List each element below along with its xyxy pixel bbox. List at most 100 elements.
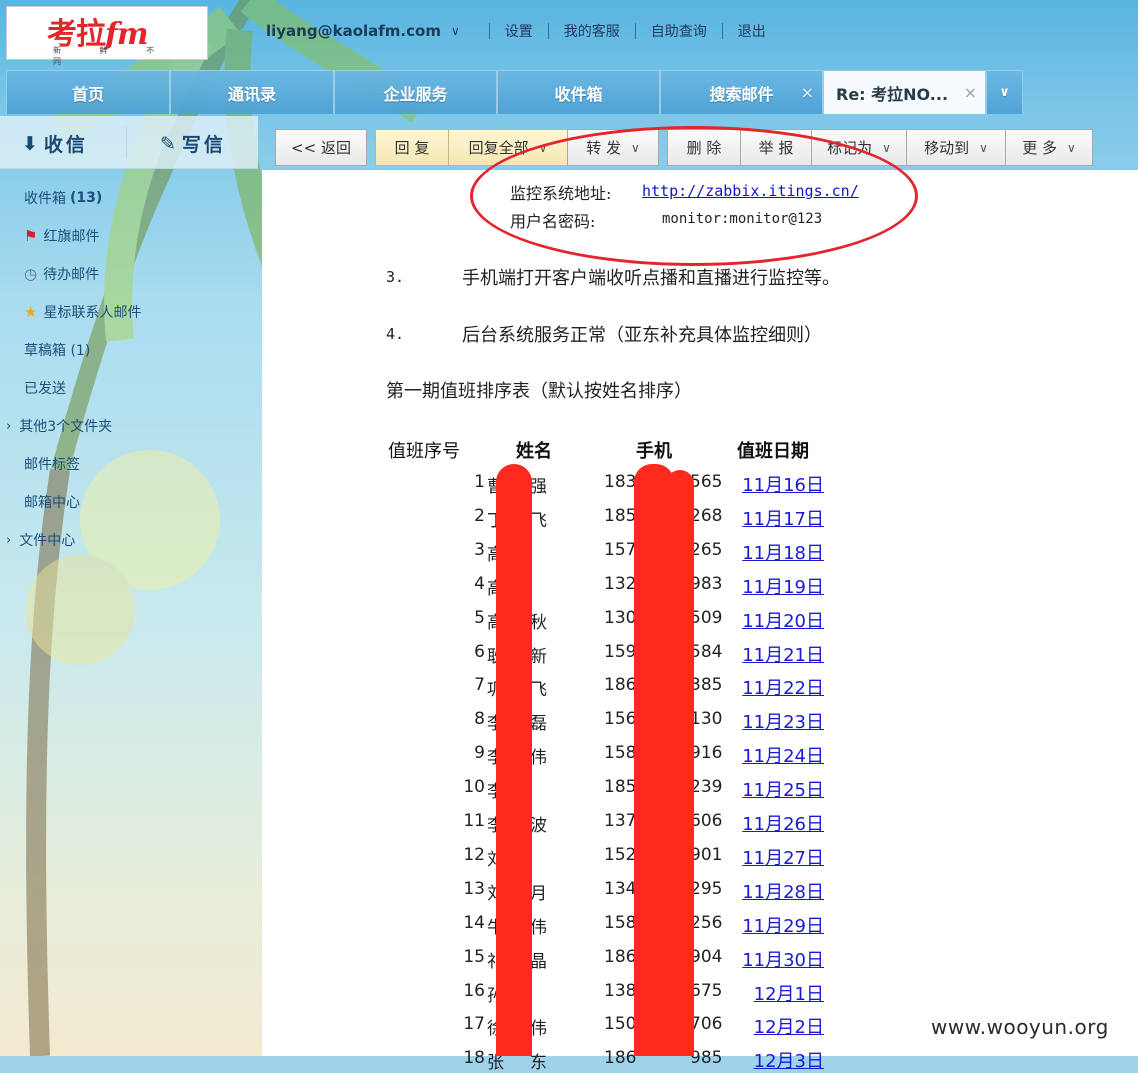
account-chevron-down-icon[interactable]: ∨ [451,24,460,38]
compose-label: 写信 [181,134,226,156]
tab-search-mail[interactable]: 搜索邮件 × [660,70,823,114]
row-order-number: 7 [474,675,485,695]
row-phone-suffix: 901 [690,845,723,865]
row-duty-date-link[interactable]: 11月16日 [740,471,824,497]
folder-todo[interactable]: ◷ 待办邮件 [24,264,99,284]
row-order-number: 9 [474,743,485,763]
row-phone-suffix: 265 [690,540,723,560]
back-button[interactable]: << 返回 [275,129,367,166]
logout-link[interactable]: 退出 [738,21,766,41]
folder-other[interactable]: › 其他3个文件夹 [6,416,112,436]
row-phone-prefix: 150 [604,1014,637,1034]
receive-button[interactable]: ⬇ 收信 [22,130,88,157]
top-account-bar: liyang@kaolafm.com ∨ 设置 我的客服 自助查询 退出 [266,20,766,42]
close-icon[interactable]: × [964,83,977,102]
row-duty-date-link[interactable]: 11月18日 [740,539,824,565]
tab-label: 收件箱 [554,84,603,104]
chevron-down-icon[interactable]: ∨ [979,141,988,155]
folder-tags[interactable]: 邮件标签 [24,454,80,474]
row-phone-prefix: 186 [604,947,637,967]
self-service-link[interactable]: 自助查询 [651,21,707,41]
settings-link[interactable]: 设置 [505,21,533,41]
redaction-mark [666,470,694,1056]
button-label: << 返回 [291,139,351,157]
folder-inbox[interactable]: 收件箱 (13) [24,188,102,208]
customer-service-link[interactable]: 我的客服 [564,21,620,41]
folder-flagged[interactable]: ⚑ 红旗邮件 [24,226,99,246]
folder-mail-center[interactable]: 邮箱中心 [24,492,80,512]
move-to-button[interactable]: 移动到 ∨ [906,129,1006,166]
row-duty-date-link[interactable]: 11月23日 [740,708,824,734]
row-phone-suffix: 706 [690,1014,723,1034]
row-duty-date-link[interactable]: 11月26日 [740,810,824,836]
row-duty-date-link[interactable]: 12月3日 [740,1047,824,1073]
row-duty-date-link[interactable]: 11月22日 [740,674,824,700]
folder-file-center[interactable]: › 文件中心 [6,530,75,550]
divider [126,126,127,158]
row-phone-prefix: 185 [604,777,637,797]
chevron-down-icon[interactable]: ∨ [1067,141,1076,155]
row-name-last-char: 飞 [530,680,547,700]
row-phone-suffix: 385 [690,675,723,695]
row-name-last-char: 伟 [530,748,547,768]
close-icon[interactable]: × [801,83,814,102]
divider [721,23,723,39]
folder-label: 邮件标签 [24,457,80,473]
row-phone-prefix: 152 [604,845,637,865]
folder-sent[interactable]: 已发送 [24,378,66,398]
row-duty-date-link[interactable]: 12月1日 [740,980,824,1006]
row-duty-date-link[interactable]: 11月19日 [740,573,824,599]
row-order-number: 14 [463,913,485,933]
tab-home[interactable]: 首页 [6,70,170,114]
row-phone-prefix: 157 [604,540,637,560]
row-phone-prefix: 158 [604,743,637,763]
folder-label: 文件中心 [19,533,76,549]
row-order-number: 11 [463,811,485,831]
row-phone-prefix: 186 [604,1048,637,1068]
column-header-name: 姓名 [516,441,552,462]
folder-label: 其他3个文件夹 [19,419,113,435]
tab-overflow-button[interactable]: ∨ [986,70,1023,114]
row-duty-date-link[interactable]: 11月25日 [740,776,824,802]
row-phone-suffix: 606 [690,811,723,831]
kaolafm-logo[interactable]: 考拉fm 新 鲜 不 同 [6,6,208,66]
row-order-number: 5 [474,608,485,628]
folder-label: 收件箱 [24,191,66,207]
unread-count: (13) [70,190,103,206]
row-name-last-char: 伟 [530,918,547,938]
row-duty-date-link[interactable]: 11月30日 [740,946,824,972]
row-duty-date-link[interactable]: 11月21日 [740,641,824,667]
tab-current-message[interactable]: Re: 考拉NO... × [823,70,986,114]
tab-enterprise[interactable]: 企业服务 [334,70,497,114]
item-4-number: 4. [386,325,405,343]
row-phone-suffix: 983 [690,574,723,594]
button-label: 回 复 [394,139,430,157]
row-duty-date-link[interactable]: 11月27日 [740,844,824,870]
chevron-down-icon[interactable]: ∨ [882,141,891,155]
row-phone-prefix: 134 [604,879,637,899]
row-phone-prefix: 138 [604,981,637,1001]
row-order-number: 4 [474,574,485,594]
row-order-number: 18 [463,1048,485,1068]
folder-drafts[interactable]: 草稿箱 (1) [24,340,90,360]
row-duty-date-link[interactable]: 11月20日 [740,607,824,633]
account-email[interactable]: liyang@kaolafm.com [266,22,441,40]
redaction-mark [496,464,532,1056]
tab-contacts[interactable]: 通讯录 [170,70,334,114]
row-duty-date-link[interactable]: 12月2日 [740,1013,824,1039]
row-duty-date-link[interactable]: 11月29日 [740,912,824,938]
compose-button[interactable]: ✎ 写信 [160,130,226,157]
reply-button[interactable]: 回 复 [375,129,449,166]
row-duty-date-link[interactable]: 11月24日 [740,742,824,768]
more-button[interactable]: 更 多 ∨ [1005,129,1093,166]
row-phone-prefix: 186 [604,675,637,695]
row-duty-date-link[interactable]: 11月17日 [740,505,824,531]
item-3-text: 手机端打开客户端收听点播和直播进行监控等。 [462,268,840,289]
folder-starred[interactable]: ★ 星标联系人邮件 [24,302,141,322]
row-order-number: 8 [474,709,485,729]
red-flag-icon: ⚑ [24,227,38,245]
tab-inbox[interactable]: 收件箱 [497,70,660,114]
row-duty-date-link[interactable]: 11月28日 [740,878,824,904]
folder-label: 已发送 [24,381,66,397]
row-name-last-char: 月 [530,884,547,904]
